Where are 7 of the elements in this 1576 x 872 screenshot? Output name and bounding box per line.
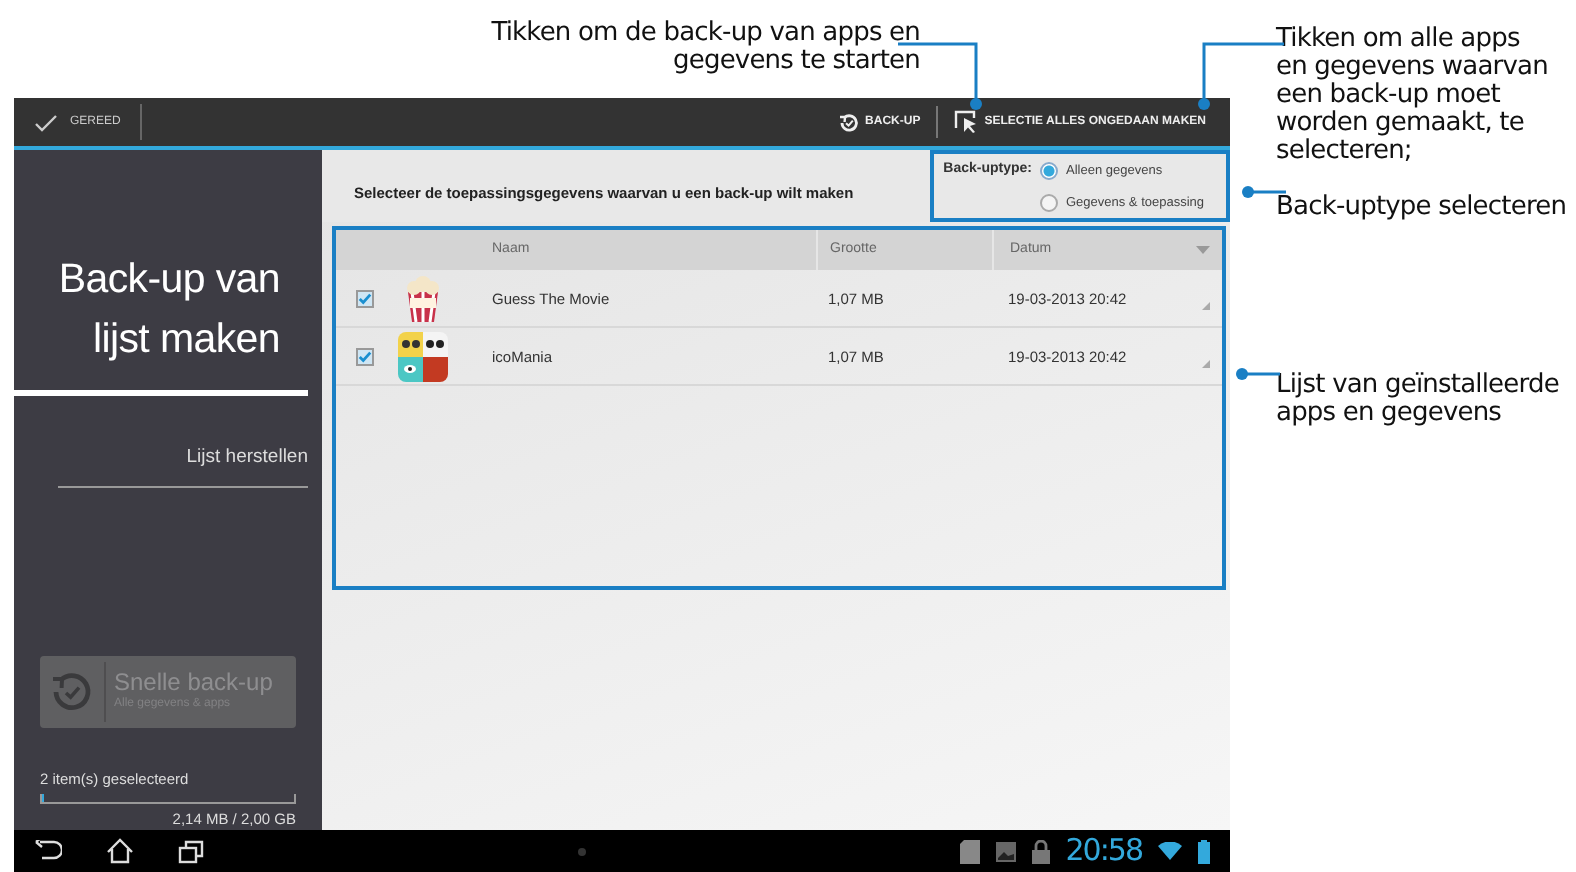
callout-text: Tikken om de back-up van apps en gegevens te starten bbox=[489, 20, 920, 80]
sidebar-tab[interactable]: Lijst herstellen bbox=[58, 420, 308, 487]
callout-text: Tikken om alle apps en gegevens waarvan een back-up moet worden gemaakt, te selecteren; bbox=[1276, 26, 1550, 166]
clock-time: 20:58 bbox=[1065, 836, 1142, 866]
callout-text: Back-uptype selecteren bbox=[1276, 194, 1569, 222]
sidebar-tab[interactable]: Back-up van lijst maken bbox=[14, 150, 308, 397]
callout-text: Lijst van geïnstalleerde apps en gegevens bbox=[1276, 372, 1561, 428]
